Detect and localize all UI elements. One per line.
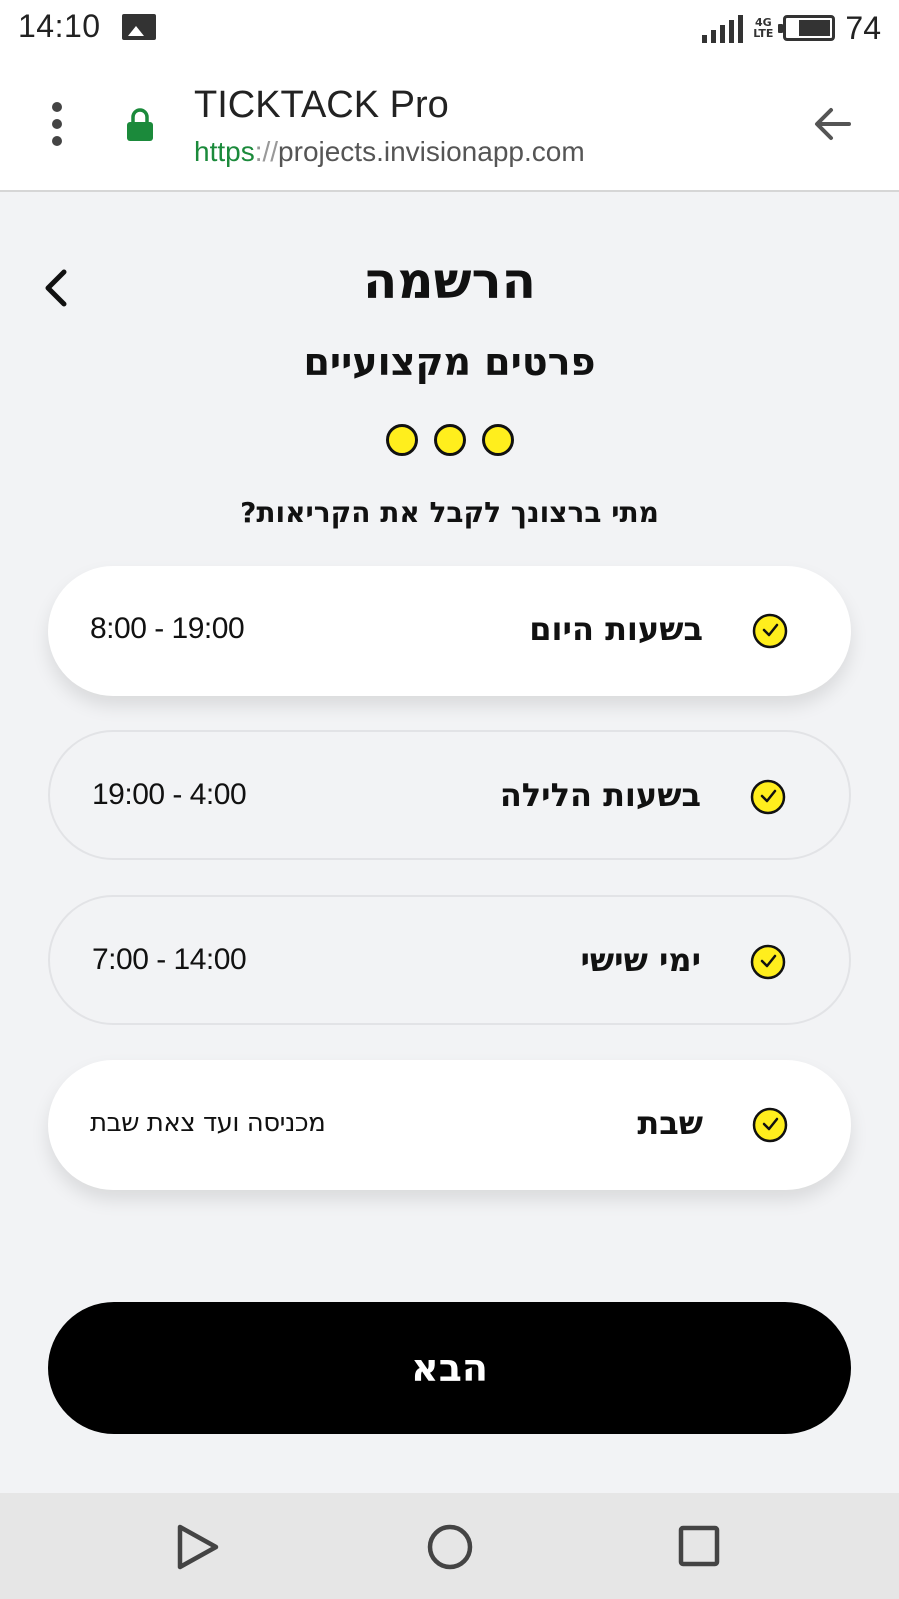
progress-dot — [482, 424, 514, 456]
progress-dot — [386, 424, 418, 456]
option-label: בשעות הלילה — [499, 776, 701, 814]
option-hours: מכניסה ועד צאת שבת — [90, 1108, 326, 1138]
nav-home-icon[interactable] — [426, 1523, 474, 1571]
battery-percent: 74 — [845, 9, 881, 46]
status-time: 14:10 — [18, 8, 101, 44]
page-url[interactable]: https://projects.invisionapp.com — [194, 136, 585, 168]
image-notification-icon — [122, 14, 156, 40]
nav-back-icon[interactable] — [176, 1523, 220, 1571]
clock-icon — [752, 613, 788, 649]
network-type: 4G LTE — [753, 17, 773, 39]
system-nav-bar — [0, 1493, 899, 1599]
nav-recents-icon[interactable] — [678, 1525, 720, 1567]
clock-icon — [750, 944, 786, 980]
clock-icon — [750, 779, 786, 815]
page-title: TICKTACK Pro — [194, 84, 449, 126]
option-night-hours[interactable]: בשעות הלילה 19:00 - 4:00 — [48, 730, 851, 860]
arrow-back-icon[interactable] — [809, 100, 857, 148]
url-separator: :// — [254, 136, 279, 167]
url-scheme: https — [194, 136, 255, 167]
option-day-hours[interactable]: בשעות היום 8:00 - 19:00 — [48, 566, 851, 696]
option-shabbat[interactable]: שבת מכניסה ועד צאת שבת — [48, 1060, 851, 1190]
browser-bar: TICKTACK Pro https://projects.invisionap… — [0, 60, 899, 192]
option-label: בשעות היום — [529, 610, 703, 648]
option-label: שבת — [637, 1104, 703, 1142]
battery-icon — [778, 15, 836, 41]
signal-icon — [702, 13, 744, 43]
next-button[interactable]: הבא — [48, 1302, 851, 1434]
screen-subtitle: פרטים מקצועיים — [303, 340, 596, 384]
lock-icon — [127, 108, 153, 141]
url-host: projects.invisionapp.com — [278, 136, 585, 167]
progress-dot — [434, 424, 466, 456]
clock-icon — [752, 1107, 788, 1143]
question-text: מתי ברצונך לקבל את הקריאות? — [240, 496, 659, 529]
status-bar: 14:10 4G LTE 74 — [0, 0, 899, 60]
option-label: ימי שישי — [580, 941, 701, 979]
status-indicators: 4G LTE 74 — [702, 8, 881, 48]
network-sub-label: LTE — [753, 27, 774, 40]
progress-indicator — [386, 424, 514, 456]
option-hours: 8:00 - 19:00 — [90, 612, 245, 645]
option-friday[interactable]: ימי שישי 7:00 - 14:00 — [48, 895, 851, 1025]
more-vert-icon[interactable] — [50, 102, 64, 146]
option-hours: 19:00 - 4:00 — [92, 778, 247, 811]
option-hours: 7:00 - 14:00 — [92, 943, 247, 976]
battery-fill — [799, 20, 831, 36]
screen-title: הרשמה — [363, 252, 536, 310]
